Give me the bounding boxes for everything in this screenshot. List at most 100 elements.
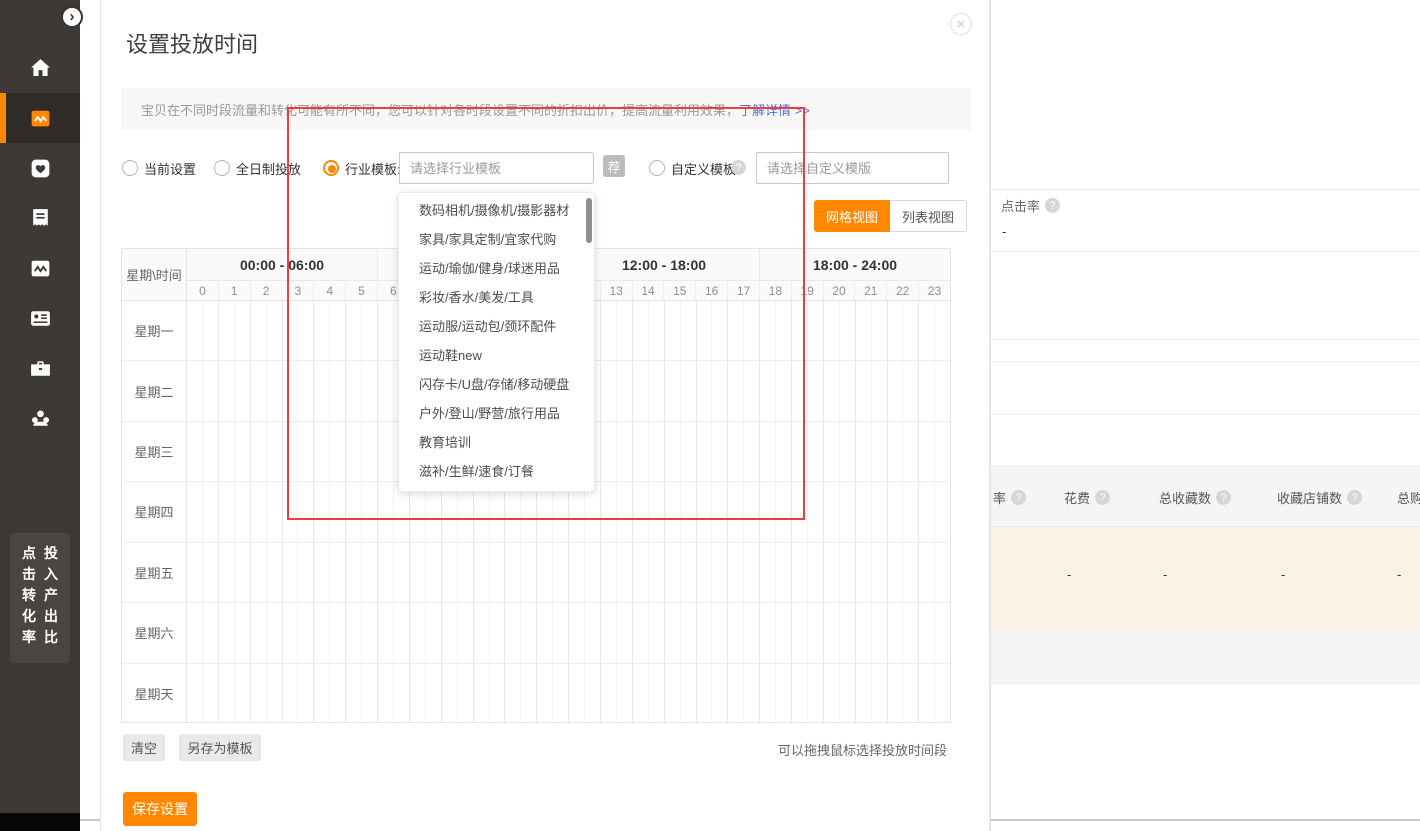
schedule-cell[interactable] (697, 603, 713, 662)
schedule-cell[interactable] (346, 482, 362, 541)
schedule-cell[interactable] (283, 664, 299, 723)
schedule-cell[interactable] (251, 664, 267, 723)
help-icon[interactable]: ? (1216, 490, 1231, 505)
sidebar-item-community[interactable] (0, 393, 80, 443)
schedule-cell[interactable] (792, 664, 808, 723)
schedule-cell[interactable] (219, 664, 235, 723)
learn-more-link[interactable]: 了解详情 >> (739, 100, 810, 119)
schedule-cell[interactable] (840, 422, 856, 481)
schedule-cell[interactable] (633, 664, 649, 723)
radio-icon-selected[interactable] (323, 160, 339, 176)
schedule-cell[interactable] (681, 664, 697, 723)
schedule-cell[interactable] (840, 603, 856, 662)
schedule-cell[interactable] (394, 543, 410, 602)
schedule-cell[interactable] (728, 361, 744, 420)
schedule-cell[interactable] (362, 422, 378, 481)
schedule-cell[interactable] (808, 301, 824, 360)
schedule-cell[interactable] (219, 301, 235, 360)
schedule-cell[interactable] (426, 603, 442, 662)
schedule-cell[interactable] (235, 361, 251, 420)
schedule-cell[interactable] (776, 301, 792, 360)
schedule-cell[interactable] (378, 361, 394, 420)
schedule-cell[interactable] (681, 422, 697, 481)
schedule-cell[interactable] (824, 301, 840, 360)
schedule-cell[interactable] (808, 664, 824, 723)
schedule-cell[interactable] (585, 664, 601, 723)
schedule-cell[interactable] (919, 543, 935, 602)
schedule-cell[interactable] (856, 422, 872, 481)
help-icon[interactable]: ? (1095, 490, 1110, 505)
schedule-cell[interactable] (872, 664, 888, 723)
sidebar-item-orders[interactable] (0, 193, 80, 243)
schedule-cell[interactable] (617, 301, 633, 360)
schedule-cell[interactable] (935, 361, 950, 420)
schedule-cell[interactable] (919, 301, 935, 360)
schedule-cell[interactable] (824, 482, 840, 541)
schedule-cell[interactable] (872, 301, 888, 360)
schedule-cell[interactable] (505, 543, 521, 602)
schedule-cell[interactable] (649, 543, 665, 602)
schedule-cell[interactable] (442, 603, 458, 662)
schedule-cell[interactable] (521, 603, 537, 662)
schedule-cell[interactable] (410, 543, 426, 602)
close-button[interactable]: × (950, 13, 972, 35)
schedule-cell[interactable] (346, 543, 362, 602)
schedule-cell[interactable] (235, 543, 251, 602)
schedule-cell[interactable] (760, 664, 776, 723)
schedule-cell[interactable] (267, 664, 283, 723)
schedule-cell[interactable] (919, 361, 935, 420)
schedule-cell[interactable] (283, 361, 299, 420)
schedule-cell[interactable] (203, 664, 219, 723)
schedule-cell[interactable] (203, 301, 219, 360)
schedule-cell[interactable] (617, 482, 633, 541)
schedule-cell[interactable] (601, 664, 617, 723)
schedule-cell[interactable] (808, 543, 824, 602)
schedule-cell[interactable] (840, 482, 856, 541)
schedule-cell[interactable] (633, 603, 649, 662)
schedule-cell[interactable] (903, 603, 919, 662)
schedule-cell[interactable] (378, 664, 394, 723)
schedule-cell[interactable] (728, 301, 744, 360)
schedule-cell[interactable] (346, 664, 362, 723)
schedule-cell[interactable] (187, 603, 203, 662)
schedule-cell[interactable] (474, 664, 490, 723)
schedule-cell[interactable] (362, 603, 378, 662)
schedule-cell[interactable] (808, 422, 824, 481)
schedule-cell[interactable] (776, 664, 792, 723)
schedule-cell[interactable] (919, 664, 935, 723)
schedule-cell[interactable] (251, 422, 267, 481)
schedule-cell[interactable] (458, 543, 474, 602)
industry-template-select[interactable] (399, 152, 594, 184)
schedule-cell[interactable] (283, 543, 299, 602)
schedule-cell[interactable] (330, 603, 346, 662)
schedule-cell[interactable] (490, 664, 506, 723)
schedule-cell[interactable] (426, 664, 442, 723)
schedule-cell[interactable] (872, 482, 888, 541)
schedule-cell[interactable] (681, 482, 697, 541)
radio-icon[interactable] (649, 160, 665, 176)
schedule-cell[interactable] (219, 482, 235, 541)
schedule-cell[interactable] (235, 422, 251, 481)
schedule-cell[interactable] (346, 422, 362, 481)
schedule-cell[interactable] (394, 664, 410, 723)
schedule-cell[interactable] (490, 603, 506, 662)
schedule-cell[interactable] (728, 482, 744, 541)
dropdown-item[interactable]: 教育培训 (399, 428, 594, 457)
schedule-cell[interactable] (267, 422, 283, 481)
radio-icon[interactable] (122, 160, 138, 176)
dropdown-item[interactable]: 数码相机/摄像机/摄影器材 (399, 196, 594, 225)
schedule-cell[interactable] (203, 482, 219, 541)
schedule-cell[interactable] (251, 603, 267, 662)
schedule-cell[interactable] (792, 603, 808, 662)
schedule-cell[interactable] (697, 482, 713, 541)
schedule-cell[interactable] (362, 543, 378, 602)
schedule-cell[interactable] (362, 664, 378, 723)
schedule-cell[interactable] (840, 543, 856, 602)
schedule-cell[interactable] (681, 543, 697, 602)
schedule-cell[interactable] (346, 361, 362, 420)
schedule-cell[interactable] (649, 301, 665, 360)
schedule-cell[interactable] (935, 603, 950, 662)
schedule-cell[interactable] (235, 664, 251, 723)
schedule-cell[interactable] (919, 603, 935, 662)
schedule-cell[interactable] (760, 543, 776, 602)
